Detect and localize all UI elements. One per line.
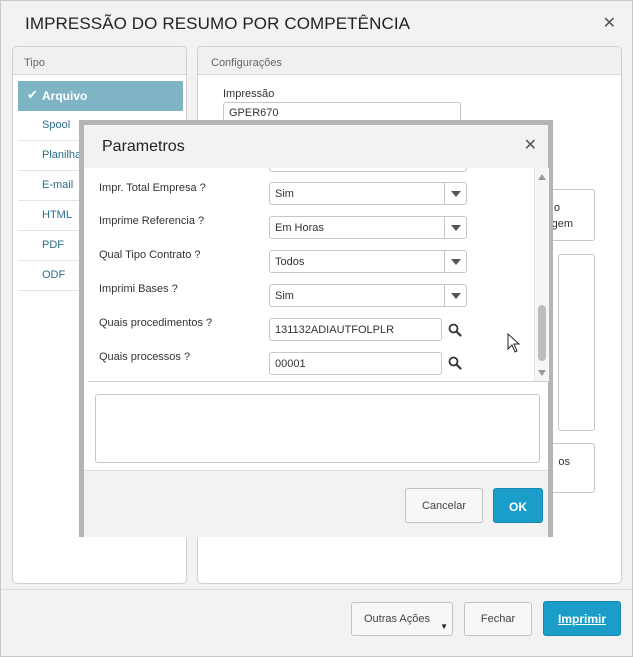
close-icon[interactable]: ✕ [603, 13, 616, 33]
dropdown-arrow-icon[interactable] [444, 183, 466, 204]
side-box [558, 254, 595, 431]
param-select-impr-total-empresa[interactable]: Sim [269, 182, 467, 205]
tipo-item-label: E-mail [42, 179, 74, 191]
check-icon: ✔ [27, 87, 38, 102]
param-select-qual-tipo-contrato[interactable]: Todos [269, 250, 467, 273]
caret-down-icon: ▼ [440, 622, 448, 631]
previous-field[interactable] [269, 168, 467, 172]
search-icon[interactable] [448, 323, 462, 337]
select-value: Em Horas [275, 222, 324, 234]
param-label: Imprimi Bases ? [99, 283, 178, 295]
select-value: Sim [275, 188, 294, 200]
parametros-modal: Parametros ✕ Impr. Total Empresa ? Sim I… [79, 120, 553, 537]
scrollbar-thumb[interactable] [538, 305, 546, 361]
param-label: Imprime Referencia ? [99, 215, 205, 227]
help-memo-area[interactable] [95, 394, 540, 463]
modal-header: Parametros ✕ [84, 125, 548, 168]
ok-button[interactable]: OK [493, 488, 543, 523]
tipo-panel-header: Tipo [13, 47, 186, 75]
dropdown-arrow-icon[interactable] [444, 217, 466, 238]
tipo-item-arquivo[interactable]: ✔ Arquivo [18, 81, 183, 111]
outras-acoes-label: Outras Ações [363, 613, 431, 625]
param-label: Quais procedimentos ? [99, 317, 213, 329]
param-label: Quais processos ? [99, 351, 191, 363]
outras-acoes-button[interactable]: Outras Ações ▼ [351, 602, 453, 636]
options-box-text: o [553, 202, 560, 214]
dropdown-arrow-icon[interactable] [444, 285, 466, 306]
outer-dialog-footer: Outras Ações ▼ Fechar Imprimir [1, 589, 632, 656]
scroll-up-icon[interactable] [538, 174, 546, 180]
configuracoes-panel-header: Configurações [198, 47, 621, 75]
param-label: Impr. Total Empresa ? [99, 182, 206, 194]
imprimir-button[interactable]: Imprimir [543, 601, 621, 636]
param-input-quais-processos[interactable]: 00001 [269, 352, 442, 375]
modal-footer: Cancelar OK [84, 470, 548, 537]
tipo-item-label: ODF [42, 269, 66, 281]
tipo-item-label: PDF [42, 239, 64, 251]
tipo-item-label: Arquivo [42, 89, 88, 103]
fechar-button[interactable]: Fechar [464, 602, 532, 636]
dropdown-arrow-icon[interactable] [444, 251, 466, 272]
cancel-button[interactable]: Cancelar [405, 488, 483, 523]
select-value: Todos [275, 256, 305, 268]
param-label: Qual Tipo Contrato ? [99, 249, 201, 261]
outer-dialog-header: IMPRESSÃO DO RESUMO POR COMPETÊNCIA ✕ [1, 1, 632, 46]
close-icon[interactable]: ✕ [524, 135, 537, 155]
param-select-imprime-referencia[interactable]: Em Horas [269, 216, 467, 239]
param-select-imprimi-bases[interactable]: Sim [269, 284, 467, 307]
mouse-pointer-icon [507, 333, 521, 353]
select-value: Sim [275, 290, 294, 302]
vertical-scrollbar[interactable] [534, 168, 549, 381]
tipo-item-label: HTML [42, 209, 72, 221]
tipo-item-label: Spool [42, 119, 71, 131]
params-scroll-area[interactable]: Impr. Total Empresa ? Sim Imprime Refere… [88, 168, 549, 382]
search-icon[interactable] [448, 356, 462, 370]
tipo-item-label: Planilha [42, 149, 82, 161]
options-box-text: os [558, 456, 570, 468]
modal-title: Parametros [102, 138, 185, 155]
options-box-text: gem [551, 218, 573, 230]
dialog-title: IMPRESSÃO DO RESUMO POR COMPETÊNCIA [25, 14, 411, 33]
scroll-down-icon[interactable] [538, 370, 546, 376]
impressao-label: Impressão [223, 88, 275, 100]
param-input-quais-procedimentos[interactable]: 131132ADIAUTFOLPLR [269, 318, 442, 341]
